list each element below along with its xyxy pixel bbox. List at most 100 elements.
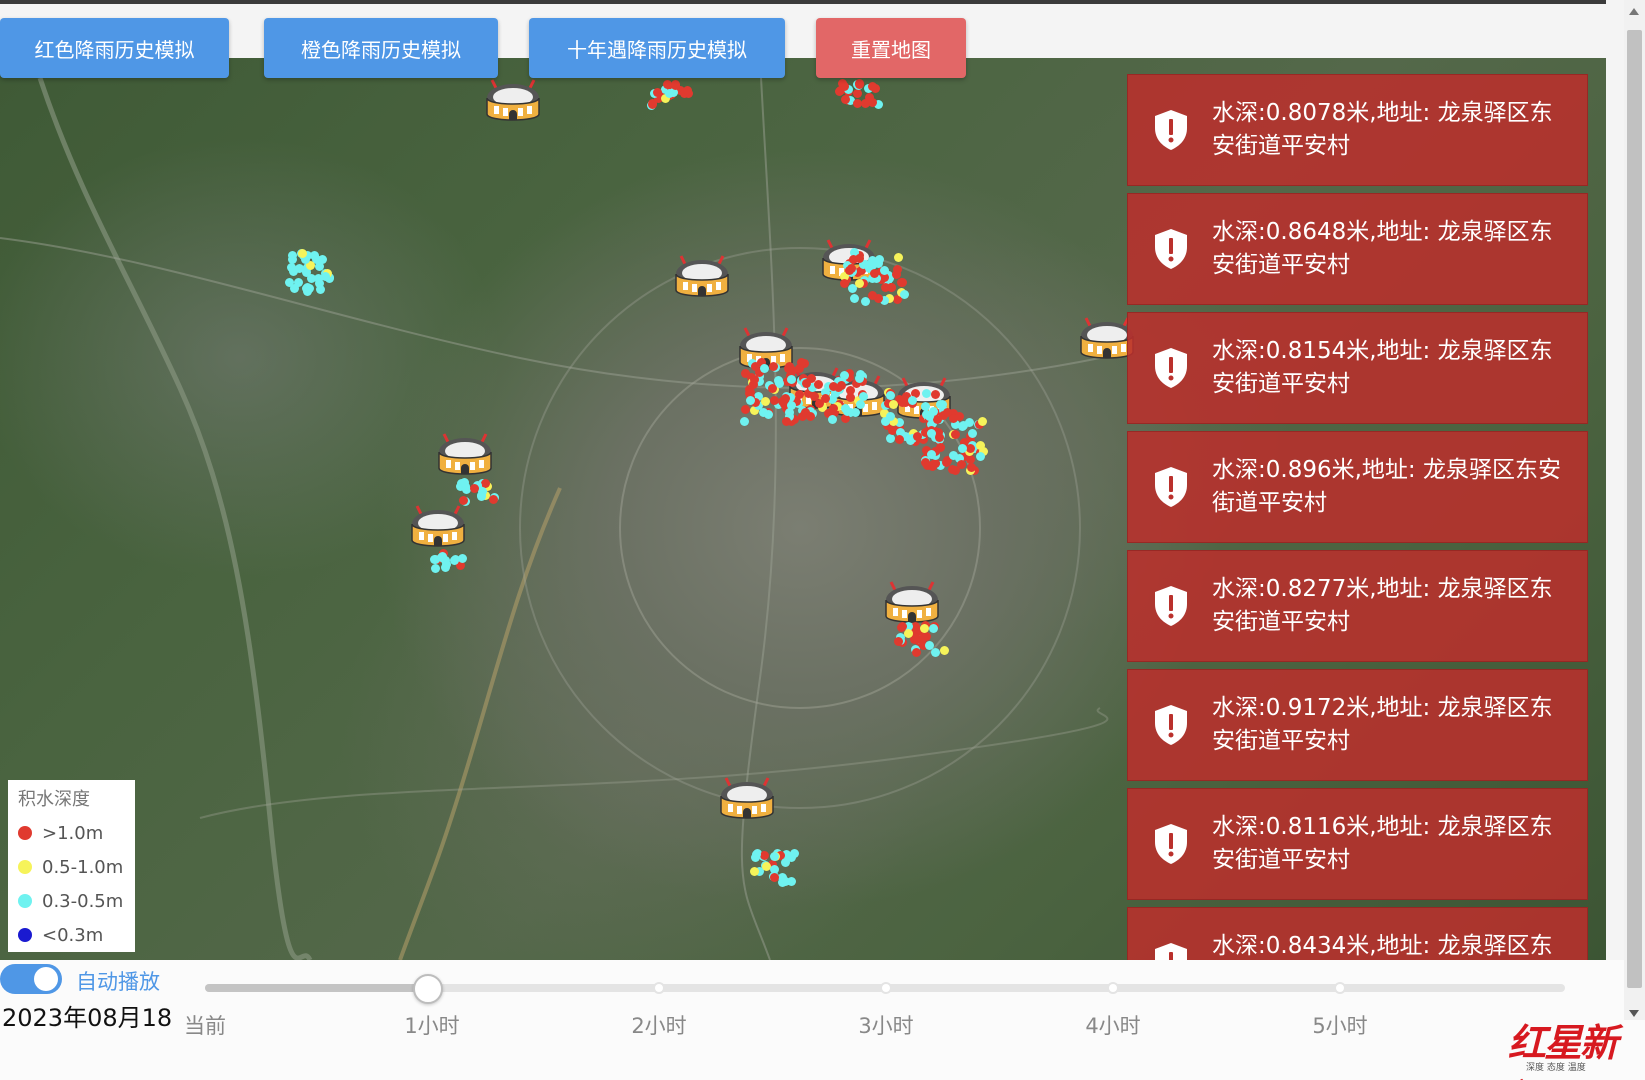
timeline-tick[interactable] <box>1334 982 1346 994</box>
waterlogging-dot <box>436 553 446 563</box>
waterlogging-dot <box>926 449 936 459</box>
waterlogging-dot <box>745 396 755 406</box>
timeline-tick[interactable] <box>653 982 665 994</box>
timeline-tick[interactable] <box>880 982 892 994</box>
alert-item[interactable]: 水深:0.8277米,地址: 龙泉驿区东安街道平安村 <box>1127 550 1588 662</box>
watermark-tagline: 深度 态度 温度 <box>1526 1063 1586 1073</box>
waterlogging-dot <box>828 404 838 414</box>
waterlogging-dot <box>288 254 298 264</box>
waterlogging-dot <box>897 398 907 408</box>
stadium-icon[interactable] <box>484 76 542 132</box>
timeline-label: 3小时 <box>858 1014 914 1038</box>
waterlogging-dot <box>769 852 779 862</box>
timeline-label: 5小时 <box>1312 1014 1368 1038</box>
waterlogging-dot <box>488 495 498 505</box>
toggle-knob <box>34 967 58 991</box>
waterlogging-dot <box>939 646 949 656</box>
alert-list[interactable]: 水深:0.8078米,地址: 龙泉驿区东安街道平安村 水深:0.8648米,地址… <box>1127 74 1588 960</box>
legend-swatch <box>18 928 32 942</box>
alert-text: 水深:0.8078米,地址: 龙泉驿区东安街道平安村 <box>1212 100 1553 159</box>
waterlogging-dot <box>935 442 945 452</box>
waterlogging-dot <box>919 623 929 633</box>
waterlogging-dot <box>855 399 865 409</box>
timeline-label: 1小时 <box>404 1014 460 1038</box>
waterlogging-dot <box>751 849 761 859</box>
alert-text: 水深:0.8277米,地址: 龙泉驿区东安街道平安村 <box>1212 576 1553 635</box>
waterlogging-dot <box>888 400 898 410</box>
waterlogging-dot <box>740 416 750 426</box>
red-rainfall-sim-button[interactable]: 红色降雨历史模拟 <box>0 18 229 78</box>
waterlogging-dot <box>801 378 811 388</box>
scroll-up-icon[interactable] <box>1629 8 1639 15</box>
waterlogging-dot <box>886 282 896 292</box>
top-edge <box>0 0 1606 4</box>
alert-item[interactable]: 水深:0.9172米,地址: 龙泉驿区东安街道平安村 <box>1127 669 1588 781</box>
ten-year-rainfall-sim-button[interactable]: 十年遇降雨历史模拟 <box>529 18 785 78</box>
waterlogging-dot <box>750 374 760 384</box>
shield-alert-icon <box>1155 110 1187 150</box>
waterlogging-dot <box>966 443 976 453</box>
waterlogging-dot <box>652 88 662 98</box>
alert-item[interactable]: 水深:0.8648米,地址: 龙泉驿区东安街道平安村 <box>1127 193 1588 305</box>
timeline-label: 当前 <box>184 1014 226 1038</box>
waterlogging-dot <box>966 463 976 473</box>
stadium-icon[interactable] <box>409 502 467 558</box>
stadium-icon[interactable] <box>718 774 776 830</box>
waterlogging-dot <box>854 373 864 383</box>
shield-alert-icon <box>1155 229 1187 269</box>
waterlogging-dot <box>773 375 783 385</box>
playback-bar: 自动播放 2023年08月18 当前 1小时 2小时 3小时 4小时 5小时 <box>0 960 1645 1080</box>
legend-item: 0.5-1.0m <box>18 850 135 884</box>
legend-swatch <box>18 894 32 908</box>
legend-label: 0.5-1.0m <box>42 856 124 878</box>
waterlogging-dot <box>896 277 906 287</box>
waterlogging-dot <box>867 291 877 301</box>
alert-item[interactable]: 水深:0.8078米,地址: 龙泉驿区东安街道平安村 <box>1127 74 1588 186</box>
waterlogging-dot <box>854 79 864 89</box>
orange-rainfall-sim-button[interactable]: 橙色降雨历史模拟 <box>264 18 498 78</box>
reset-map-button[interactable]: 重置地图 <box>816 18 966 78</box>
waterlogging-dot <box>848 255 858 265</box>
shield-alert-icon <box>1155 586 1187 626</box>
waterlogging-dot <box>907 395 917 405</box>
waterlogging-dot <box>924 411 934 421</box>
shield-alert-icon <box>1155 943 1187 960</box>
alert-item[interactable]: 水深:0.8434米,地址: 龙泉驿区东安街道平安村 <box>1127 907 1588 960</box>
waterlogging-dot <box>956 460 966 470</box>
waterlogging-dot <box>750 362 760 372</box>
timeline-thumb[interactable] <box>413 974 444 1004</box>
autoplay-toggle[interactable] <box>0 964 62 994</box>
waterlogging-dot <box>975 440 985 450</box>
legend-swatch <box>18 826 32 840</box>
waterlogging-dot <box>948 464 958 474</box>
vertical-scrollbar[interactable] <box>1624 0 1645 1020</box>
current-date: 2023年08月18 <box>2 1004 173 1032</box>
waterlogging-dot <box>921 389 931 399</box>
legend-label: >1.0m <box>42 822 104 844</box>
waterlogging-dot <box>820 394 830 404</box>
legend-label: 0.3-0.5m <box>42 890 124 912</box>
alert-item[interactable]: 水深:0.8116米,地址: 龙泉驿区东安街道平安村 <box>1127 788 1588 900</box>
waterlogging-dot <box>787 366 797 376</box>
alert-item[interactable]: 水深:0.896米,地址: 龙泉驿区东安街道平安村 <box>1127 431 1588 543</box>
timeline-label: 2小时 <box>631 1014 687 1038</box>
legend-label: <0.3m <box>42 924 104 946</box>
waterlogging-dot <box>846 392 855 402</box>
waterlogging-dot <box>903 629 913 639</box>
stadium-icon[interactable] <box>673 252 731 308</box>
shield-alert-icon <box>1155 824 1187 864</box>
flood-simulation-app: 红色降雨历史模拟 橙色降雨历史模拟 十年遇降雨历史模拟 重置地图 水深:0.80… <box>0 0 1645 1080</box>
shield-alert-icon <box>1155 348 1187 388</box>
waterlogging-dot <box>457 554 467 564</box>
scrollbar-thumb[interactable] <box>1627 30 1642 988</box>
alert-text: 水深:0.9172米,地址: 龙泉驿区东安街道平安村 <box>1212 695 1553 754</box>
waterlogging-dot <box>301 283 311 293</box>
shield-alert-icon <box>1155 705 1187 745</box>
alert-text: 水深:0.896米,地址: 龙泉驿区东安街道平安村 <box>1212 457 1561 516</box>
timeline-progress <box>205 984 429 992</box>
alert-item[interactable]: 水深:0.8154米,地址: 龙泉驿区东安街道平安村 <box>1127 312 1588 424</box>
timeline-tick[interactable] <box>1107 982 1119 994</box>
waterlogging-dot <box>806 411 816 421</box>
legend-item: >1.0m <box>18 816 135 850</box>
alert-text: 水深:0.8154米,地址: 龙泉驿区东安街道平安村 <box>1212 338 1553 397</box>
